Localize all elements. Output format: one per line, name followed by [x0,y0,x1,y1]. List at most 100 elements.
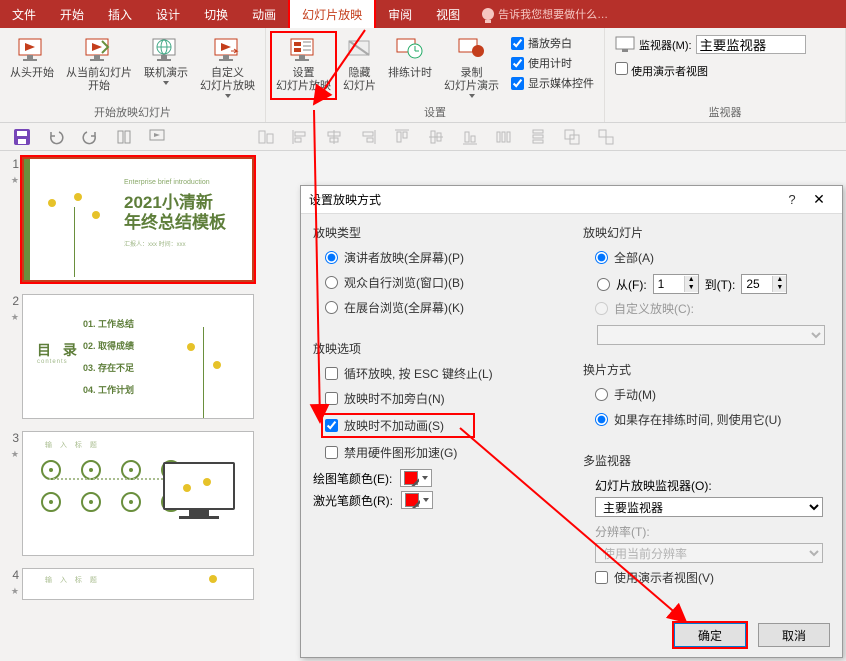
select-show-on[interactable]: 主要监视器 [595,497,823,517]
group-icon[interactable] [562,127,582,147]
chk-disable-hw[interactable]: 禁用硬件图形加速(G) [325,444,559,461]
radio-browse[interactable]: 观众自行浏览(窗口)(B) [325,274,559,291]
tab-design[interactable]: 设计 [144,0,192,28]
radio-use-timings[interactable]: 如果存在排练时间, 则使用它(U) [595,411,830,428]
btn-setup-slideshow[interactable]: 设置幻灯片放映 [270,31,337,100]
menubar: 文件 开始 插入 设计 切换 动画 幻灯片放映 审阅 视图 告诉我您想要做什么… [0,0,846,28]
chk-show-media[interactable]: 显示媒体控件 [511,75,594,91]
slide-preview: 目 录 contents 01. 工作总结 02. 取得成绩 03. 存在不足 … [22,294,254,419]
thumb-1[interactable]: 1★ Enterprise brief introduction 2021小清新… [4,157,254,282]
radio-kiosk[interactable]: 在展台浏览(全屏幕)(K) [325,299,559,316]
tab-slideshow[interactable]: 幻灯片放映 [288,0,376,28]
btn-ok[interactable]: 确定 [674,623,746,647]
custom-show-icon [212,33,244,65]
chevron-down-icon [423,498,429,502]
laser-color-picker[interactable] [401,491,433,509]
tab-file[interactable]: 文件 [0,0,48,28]
pen-color-picker[interactable] [400,469,432,487]
ungroup-icon[interactable] [596,127,616,147]
align-bottom-icon[interactable] [460,127,480,147]
dialog-buttons: 确定 取消 [674,623,830,647]
btn-present-online[interactable]: 联机演示 [138,31,194,100]
thumb-number: 4★ [4,568,22,600]
play-icon [16,33,48,65]
tab-insert[interactable]: 插入 [96,0,144,28]
chk-loop[interactable]: 循环放映, 按 ESC 键终止(L) [325,365,559,382]
tab-view[interactable]: 视图 [424,0,472,28]
spin-to[interactable]: ▲▼ [741,274,787,294]
touch-mode-icon[interactable] [114,127,134,147]
radio-manual[interactable]: 手动(M) [595,386,830,403]
slide-preview: 输 入 标 题 [22,431,254,556]
distribute-h-icon[interactable] [494,127,514,147]
spin-down-icon[interactable]: ▼ [772,284,786,292]
dialog-titlebar[interactable]: 设置放映方式 ? ✕ [301,186,842,214]
thumb-2[interactable]: 2★ 目 录 contents 01. 工作总结 02. 取得成绩 03. 存在… [4,294,254,419]
align-top-icon[interactable] [392,127,412,147]
btn-cancel[interactable]: 取消 [758,623,830,647]
align-middle-icon[interactable] [426,127,446,147]
lbl-monitor: 监视器(M): [639,37,692,53]
tab-review[interactable]: 审阅 [376,0,424,28]
spin-up-icon[interactable]: ▲ [684,276,698,284]
chk-presenter-view[interactable]: 使用演示者视图 [615,62,708,79]
chk-use-timings[interactable]: 使用计时 [511,55,594,71]
slide-thumbnails: 1★ Enterprise brief introduction 2021小清新… [0,151,260,661]
btn-from-current[interactable]: 从当前幻灯片开始 [60,31,138,100]
tab-animation[interactable]: 动画 [240,0,288,28]
monitor-select[interactable] [696,35,806,54]
radio-from[interactable] [597,278,610,291]
radio-presenter[interactable]: 演讲者放映(全屏幕)(P) [325,249,559,266]
setup-checkbox-col: 播放旁白 使用计时 显示媒体控件 [505,31,600,100]
slide-preview: Enterprise brief introduction 2021小清新年终总… [22,157,254,282]
align-icon[interactable] [256,127,276,147]
chevron-down-icon [469,94,475,98]
tab-transition[interactable]: 切换 [192,0,240,28]
flower-decoration [34,187,129,277]
radio-all[interactable]: 全部(A) [595,249,830,266]
group-title-setup: 设置 [270,102,600,122]
chevron-down-icon [225,94,231,98]
btn-hide-slide[interactable]: 隐藏幻灯片 [337,31,382,100]
redo-icon[interactable] [80,127,100,147]
btn-from-beginning[interactable]: 从头开始 [4,31,60,100]
spin-down-icon[interactable]: ▼ [684,284,698,292]
tab-home[interactable]: 开始 [48,0,96,28]
btn-rehearse[interactable]: 排练计时 [382,31,438,100]
align-center-icon[interactable] [324,127,344,147]
chk-play-narration[interactable]: 播放旁白 [511,35,594,51]
thumb-4[interactable]: 4★ 输 入 标 题 [4,568,254,600]
btn-custom-show[interactable]: 自定义幻灯片放映 [194,31,261,100]
animation-star-icon: ★ [4,584,19,598]
section-show-slides: 放映幻灯片 [583,224,830,241]
section-show-options: 放映选项 [313,340,559,357]
flower-decoration [163,307,253,417]
lightbulb-icon [482,8,494,20]
dialog-title: 设置放映方式 [309,191,780,208]
distribute-v-icon[interactable] [528,127,548,147]
dialog-left-col: 放映类型 演讲者放映(全屏幕)(P) 观众自行浏览(窗口)(B) 在展台浏览(全… [301,220,571,620]
ribbon: 从头开始 从当前幻灯片开始 联机演示 自定义幻灯片放映 开始放映幻灯片 [0,28,846,123]
ribbon-group-start: 从头开始 从当前幻灯片开始 联机演示 自定义幻灯片放映 开始放映幻灯片 [0,28,266,122]
monitor-icon [615,36,635,54]
group-title-start: 开始放映幻灯片 [4,102,261,122]
thumb-3[interactable]: 3★ 输 入 标 题 [4,431,254,556]
help-icon[interactable]: ? [780,192,804,207]
spin-up-icon[interactable]: ▲ [772,276,786,284]
lbl-show-on: 幻灯片放映监视器(O): [595,477,830,494]
start-show-icon[interactable] [148,127,168,147]
chk-presenter-view-dlg[interactable]: 使用演示者视图(V) [595,569,830,586]
btn-record[interactable]: 录制幻灯片演示 [438,31,505,100]
align-left-icon[interactable] [290,127,310,147]
tell-me[interactable]: 告诉我您想要做什么… [472,0,608,28]
save-icon[interactable] [12,127,32,147]
pen-color-row: 绘图笔颜色(E): [313,469,559,487]
spin-from[interactable]: ▲▼ [653,274,699,294]
close-icon[interactable]: ✕ [804,191,834,208]
align-right-icon[interactable] [358,127,378,147]
custom-show-select [597,325,825,345]
undo-icon[interactable] [46,127,66,147]
chk-no-narration[interactable]: 放映时不加旁白(N) [325,390,559,407]
chk-no-animation[interactable]: 放映时不加动画(S) [323,415,473,436]
group-title-monitor: 监视器 [609,102,841,122]
